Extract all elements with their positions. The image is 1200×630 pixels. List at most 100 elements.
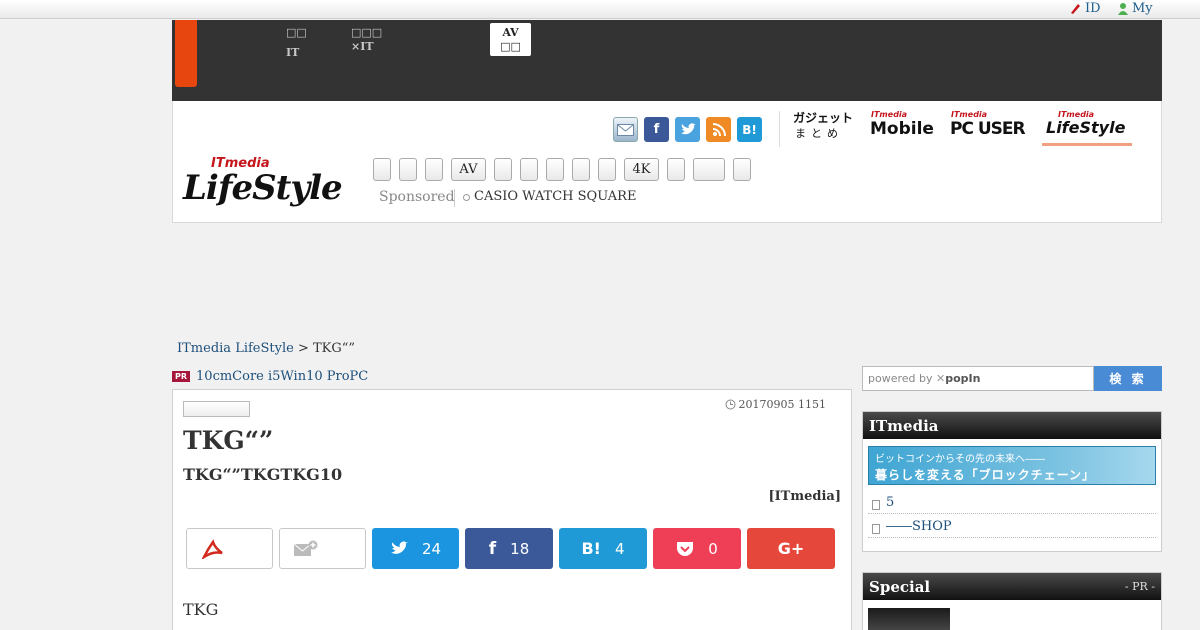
- twitter-icon[interactable]: [675, 117, 700, 142]
- envelope-glyph: [617, 123, 634, 136]
- lifestyle-site-logo[interactable]: ITmedia LifeStyle: [1042, 109, 1132, 146]
- breadcrumb-current: TKG“”: [312, 341, 356, 356]
- gadget-logo-sub: まとめ: [795, 127, 843, 140]
- article-source: [ITmedia]: [768, 489, 841, 504]
- hatena-b-icon: B!: [581, 539, 601, 558]
- circle-bullet-icon: [463, 194, 470, 201]
- sponsored-label: Sponsored: [379, 189, 455, 205]
- facebook-count: 18: [510, 539, 530, 558]
- special-pr-label: - PR -: [1124, 580, 1155, 593]
- search-brand: popIn: [945, 372, 981, 385]
- gplus-share-button[interactable]: G+: [747, 528, 835, 569]
- article-subtitle: TKG“”TKGTKG10: [183, 465, 343, 484]
- special-sidebox-header: Special - PR -: [863, 573, 1161, 600]
- pr-badge: PR: [172, 371, 191, 382]
- hatena-share-button[interactable]: B! 4: [559, 528, 647, 569]
- nav-item-av-active[interactable]: AV □□: [490, 23, 531, 56]
- category-tag[interactable]: [572, 158, 590, 181]
- nav-item-2-line2: ×IT: [351, 40, 374, 53]
- my-link-label: My: [1132, 1, 1153, 16]
- facebook-share-button[interactable]: f 18: [465, 528, 553, 569]
- category-tag[interactable]: [667, 158, 685, 181]
- article-date: 20170905 1151: [725, 398, 826, 411]
- clock-icon: [725, 399, 736, 410]
- category-tag[interactable]: [399, 158, 417, 181]
- facebook-f-icon: f: [488, 538, 497, 559]
- category-tag[interactable]: 4K: [624, 158, 659, 181]
- gadget-matome-logo[interactable]: ガジェット まとめ: [793, 109, 855, 143]
- article-title: TKG“”: [183, 426, 274, 455]
- my-link[interactable]: My: [1117, 1, 1153, 16]
- pcuser-logo[interactable]: ITmedia PC USER: [950, 109, 1032, 143]
- sidebar-links: 5 ――SHOP: [863, 490, 1161, 538]
- user-icon: [1118, 3, 1128, 15]
- category-tag[interactable]: [546, 158, 564, 181]
- nav-item-av-line2: □□: [500, 40, 521, 53]
- accent-tab: [175, 20, 197, 87]
- nav-item-2[interactable]: □□□ ×IT: [351, 26, 382, 54]
- hatena-icon[interactable]: B!: [737, 117, 762, 142]
- nav-item-1-line2: IT: [286, 46, 300, 59]
- mobile-logo[interactable]: ITmedia Mobile: [870, 109, 938, 143]
- search-button[interactable]: 検 索: [1094, 366, 1162, 391]
- global-nav: □□ IT □□□ ×IT AV □□: [172, 20, 1162, 101]
- pencil-icon: [1071, 4, 1080, 14]
- mail-add-icon: [293, 540, 317, 556]
- category-tag[interactable]: [693, 158, 725, 181]
- banner-line2: 暮らしを変える「ブロックチェーン」: [875, 468, 1096, 482]
- casio-sponsor-link[interactable]: CASIO WATCH SQUARE: [474, 189, 636, 204]
- pcuser-logo-small: ITmedia: [951, 110, 988, 119]
- email-button[interactable]: [279, 528, 366, 569]
- pr-ad-line[interactable]: PR 10cmCore i5Win10 ProPC: [172, 369, 368, 384]
- itmedia-sidebox-header: ITmedia: [863, 412, 1161, 439]
- itmedia-sidebox: ITmedia ビットコインからその先の未来へ―― 暮らしを変える「ブロックチェ…: [862, 411, 1162, 552]
- twitter-share-button[interactable]: 24: [372, 528, 459, 569]
- nav-item-av-line1: AV: [502, 26, 519, 39]
- special-sidebox-title: Special: [869, 577, 931, 596]
- pr-ad-text[interactable]: 10cmCore i5Win10 ProPC: [196, 369, 368, 384]
- hatena-count: 4: [614, 539, 625, 558]
- mobile-logo-small: ITmedia: [871, 110, 908, 119]
- category-tag[interactable]: [733, 158, 751, 181]
- pocket-count: 0: [708, 539, 718, 558]
- rss-icon[interactable]: [706, 117, 731, 142]
- category-tag[interactable]: [520, 158, 538, 181]
- nav-item-1[interactable]: □□ IT: [286, 26, 307, 60]
- article-date-text: 20170905 1151: [738, 398, 826, 411]
- sponsored-divider: [454, 189, 455, 207]
- id-link[interactable]: ID: [1069, 1, 1101, 16]
- category-tag[interactable]: AV: [451, 158, 486, 181]
- search-input[interactable]: powered by ✕popIn: [862, 366, 1094, 391]
- special-thumbnail[interactable]: [868, 608, 950, 630]
- mail-icon[interactable]: [613, 117, 638, 142]
- category-tag[interactable]: [373, 158, 391, 181]
- special-sidebox: Special - PR -: [862, 572, 1162, 630]
- pocket-icon: [677, 541, 694, 556]
- gplus-icon: G+: [777, 539, 805, 558]
- mobile-logo-big: Mobile: [870, 119, 934, 139]
- sidebar-link-1[interactable]: 5: [868, 490, 1156, 514]
- pcuser-logo-big: PC USER: [950, 119, 1026, 139]
- popin-x-icon: ✕: [936, 372, 946, 385]
- category-tag[interactable]: [598, 158, 616, 181]
- twitter-count: 24: [421, 539, 442, 558]
- pocket-save-button[interactable]: 0: [653, 528, 741, 569]
- facebook-icon[interactable]: f: [644, 117, 669, 142]
- brand-logo[interactable]: ITmedia LifeStyle: [183, 156, 355, 210]
- rss-glyph: [712, 122, 726, 136]
- sidebar-link-2[interactable]: ――SHOP: [868, 514, 1156, 538]
- nav-item-2-line1: □□□: [351, 26, 383, 39]
- category-tag[interactable]: [494, 158, 512, 181]
- article-category-box: [183, 401, 250, 417]
- blockchain-banner[interactable]: ビットコインからその先の未来へ―― 暮らしを変える「ブロックチェーン」: [868, 446, 1156, 485]
- bird-glyph: [680, 123, 696, 135]
- category-tag[interactable]: [425, 158, 443, 181]
- breadcrumb-home[interactable]: ITmedia LifeStyle: [177, 341, 294, 356]
- search-powered-by: powered by: [868, 372, 936, 385]
- pdf-icon: [201, 538, 223, 559]
- header-divider: [779, 111, 780, 147]
- breadcrumb-separator: >: [293, 341, 313, 356]
- site-header: f B! ガジェット まとめ ITmedia Mobile ITmedia PC…: [172, 101, 1162, 223]
- article-body: TKG: [183, 600, 219, 619]
- pdf-button[interactable]: [186, 528, 273, 569]
